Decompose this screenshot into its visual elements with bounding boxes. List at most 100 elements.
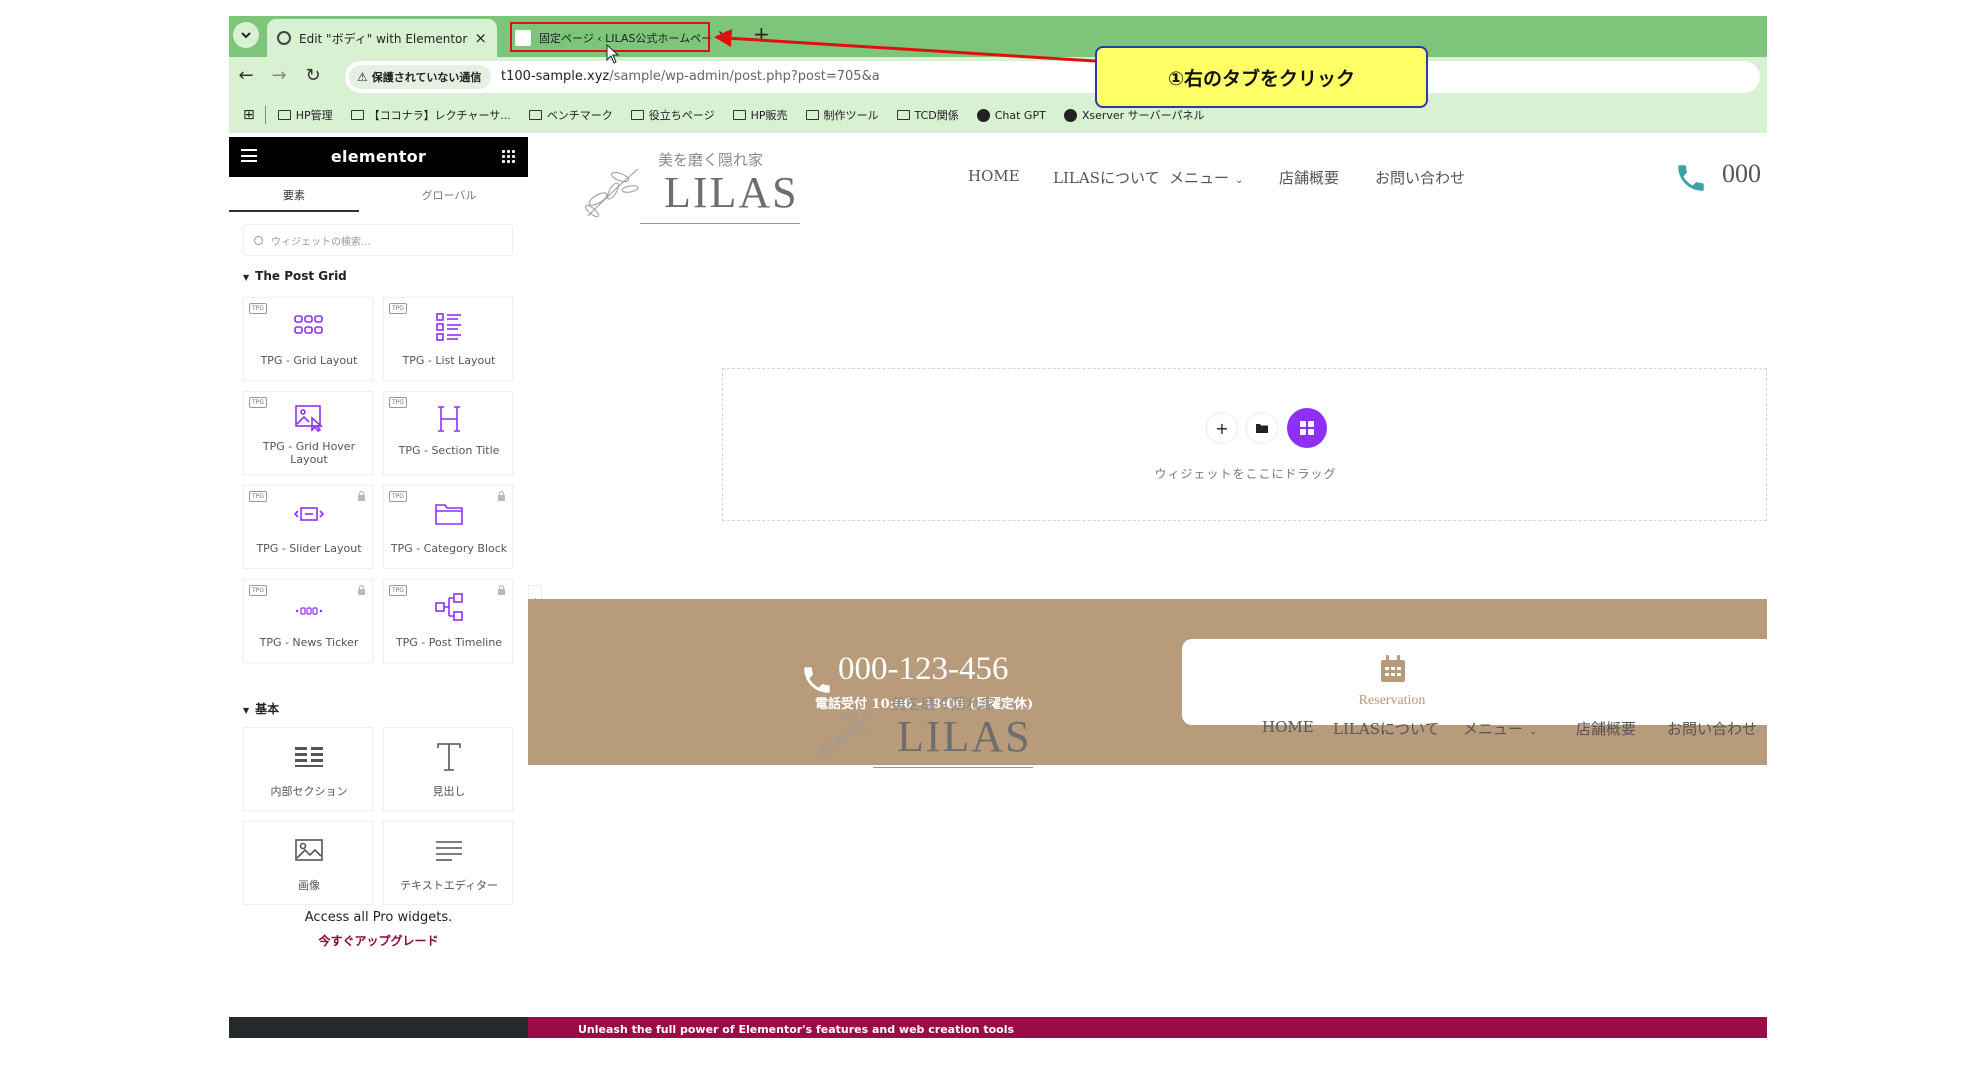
bookmark-link[interactable]: Xserver サーバーパネル [1063, 107, 1205, 123]
chevron-down-icon: ⌄ [1529, 726, 1538, 737]
bookmark-label: Xserver サーバーパネル [1081, 109, 1205, 122]
nav-menu[interactable]: メニュー ⌄ [1169, 167, 1243, 188]
bookmark-link[interactable]: Chat GPT [976, 108, 1046, 122]
reservation-card[interactable]: Reservation [1182, 639, 1767, 725]
nav-home[interactable]: HOME [968, 167, 1020, 185]
footer-nav-menu[interactable]: メニュー ⌄ [1463, 718, 1537, 739]
tab-elementor-editor[interactable]: Edit "ボディ" with Elementor × [267, 19, 497, 57]
footer-logo[interactable]: 美を磨く隠れ家 LILAS [811, 689, 1051, 769]
elementor-logo: elementor [330, 147, 427, 166]
footer-nav-about[interactable]: LILASについて [1333, 718, 1440, 739]
tpg-badge: TPG [249, 303, 267, 314]
tab-search-button[interactable] [233, 22, 259, 48]
pro-widgets-text: Access all Pro widgets. [304, 910, 453, 925]
tpg-badge: TPG [249, 491, 267, 502]
nav-about[interactable]: LILASについて [1053, 167, 1160, 188]
add-section-button[interactable]: + [1207, 413, 1237, 443]
nav-label: メニュー [1169, 169, 1230, 187]
widget-search-input[interactable]: ウィジェットの検索... [243, 224, 513, 256]
bookmark-folder[interactable]: 【ココナラ】レクチャーサ... [350, 107, 511, 123]
bookmark-label: HP販売 [750, 109, 788, 122]
widget-label: 見出し [432, 785, 466, 798]
widget-tpg-slider-layout[interactable]: TPG TPG - Slider Layout [243, 485, 373, 569]
empty-section-dropzone[interactable]: + ウィジェットをここにドラッグ [722, 368, 1767, 521]
security-label: 保護されていない通信 [371, 71, 482, 84]
apps-grid-icon[interactable]: ⊞ [243, 107, 255, 123]
slider-icon [244, 504, 374, 526]
widget-tpg-grid-layout[interactable]: TPG TPG - Grid Layout [243, 297, 373, 381]
bookmark-folder[interactable]: ベンチマーク [528, 107, 613, 123]
search-placeholder: ウィジェットの検索... [271, 236, 371, 248]
category-post-grid[interactable]: ▼ The Post Grid [243, 269, 347, 283]
promo-text: Unleash the full power of Elementor's fe… [578, 1023, 1015, 1036]
band-phone-number: 000-123-456 [838, 651, 1009, 687]
image-hover-icon [244, 404, 374, 432]
lock-icon [358, 585, 365, 595]
widget-tpg-news-ticker[interactable]: TPG TPG - News Ticker [243, 579, 373, 663]
tab-elements[interactable]: 要素 [229, 187, 359, 203]
url-path: /sample/wp-admin/post.php?post=705&a [609, 69, 880, 84]
lock-icon [358, 491, 365, 501]
back-arrow-icon[interactable]: ← [235, 65, 257, 86]
widget-tpg-section-title[interactable]: TPG TPG - Section Title [383, 391, 513, 475]
security-chip[interactable]: ⚠ 保護されていない通信 [349, 65, 492, 89]
footer-nav-home[interactable]: HOME [1262, 718, 1314, 736]
bookmark-folder[interactable]: TCD関係 [896, 107, 959, 123]
calendar-icon [1381, 655, 1405, 682]
widget-tpg-grid-hover[interactable]: TPG TPG - Grid Hover Layout [243, 391, 373, 475]
bookmark-folder[interactable]: HP販売 [732, 107, 788, 123]
annotation-callout: ①右のタブをクリック [1095, 46, 1428, 108]
nav-store[interactable]: 店舗概要 [1279, 167, 1339, 188]
widget-label: TPG - Category Block [390, 542, 508, 555]
panel-header: elementor [229, 137, 528, 177]
kit-library-button[interactable] [1287, 408, 1327, 448]
widget-label: TPG - List Layout [402, 354, 496, 367]
tpg-badge: TPG [249, 585, 267, 596]
url-input[interactable]: ⚠ 保護されていない通信 t100-sample.xyz/sample/wp-a… [345, 61, 1760, 93]
bookmark-folder[interactable]: 制作ツール [805, 107, 879, 123]
widget-tpg-list-layout[interactable]: TPG TPG - List Layout [383, 297, 513, 381]
close-icon[interactable]: × [717, 26, 730, 44]
widget-heading[interactable]: 見出し [383, 727, 513, 811]
screenshot-stage: Edit "ボディ" with Elementor × 固定ページ ‹ LILA… [0, 0, 1980, 1080]
widget-image[interactable]: 画像 [243, 821, 373, 905]
category-basic[interactable]: ▼ 基本 [243, 700, 279, 717]
dropzone-hint: ウィジェットをここにドラッグ [1154, 467, 1337, 481]
widget-inner-section[interactable]: 内部セクション [243, 727, 373, 811]
widget-label: TPG - Grid Layout [260, 354, 358, 367]
new-tab-button[interactable]: + [753, 22, 770, 46]
nav-contact[interactable]: お問い合わせ [1375, 167, 1465, 188]
search-icon [254, 235, 263, 245]
page-canvas: 美を磨く隠れ家 LILAS HOME LILASについて メニュー ⌄ 店舗概要 … [528, 137, 1767, 1038]
widget-tpg-category-block[interactable]: TPG TPG - Category Block [383, 485, 513, 569]
footer-nav-contact[interactable]: お問い合わせ [1667, 718, 1757, 739]
widgets-grid-icon[interactable] [501, 149, 516, 164]
folder-icon [805, 110, 819, 120]
template-library-button[interactable] [1247, 413, 1277, 443]
widget-label: 内部セクション [270, 785, 348, 798]
bookmark-folder[interactable]: 役立ちページ [630, 107, 715, 123]
footer-nav-store[interactable]: 店舗概要 [1576, 718, 1636, 739]
forward-arrow-icon[interactable]: → [268, 65, 290, 86]
widget-tpg-post-timeline[interactable]: TPG TPG - Post Timeline [383, 579, 513, 663]
logo-name: LILAS [897, 712, 1032, 761]
elementor-panel: elementor 要素 グローバル ウィジェットの検索... ▼ The Pos… [229, 137, 528, 1038]
bookmark-folder[interactable]: HP管理 [277, 107, 333, 123]
site-logo[interactable]: 美を磨く隠れ家 LILAS [578, 145, 818, 225]
bottom-bar: Unleash the full power of Elementor's fe… [229, 1017, 1767, 1038]
widget-label: TPG - Grid Hover Layout [262, 440, 356, 466]
divider [264, 106, 266, 124]
logo-underline [640, 223, 800, 224]
upgrade-link[interactable]: 今すぐアップグレード [229, 932, 528, 949]
heading-t-icon [384, 742, 514, 772]
reload-icon[interactable]: ↻ [302, 65, 324, 86]
caret-down-icon: ▼ [243, 273, 250, 282]
widget-text-editor[interactable]: テキストエディター [383, 821, 513, 905]
tab-global[interactable]: グローバル [384, 187, 514, 203]
image-icon [244, 838, 374, 862]
close-icon[interactable]: × [474, 29, 487, 47]
bookmark-label: 役立ちページ [648, 109, 715, 122]
folder-icon [896, 110, 910, 120]
bookmarks-bar: ⊞ HP管理 【ココナラ】レクチャーサ... ベンチマーク 役立ちページ HP販… [229, 97, 1767, 133]
tpg-badge: TPG [389, 491, 407, 502]
